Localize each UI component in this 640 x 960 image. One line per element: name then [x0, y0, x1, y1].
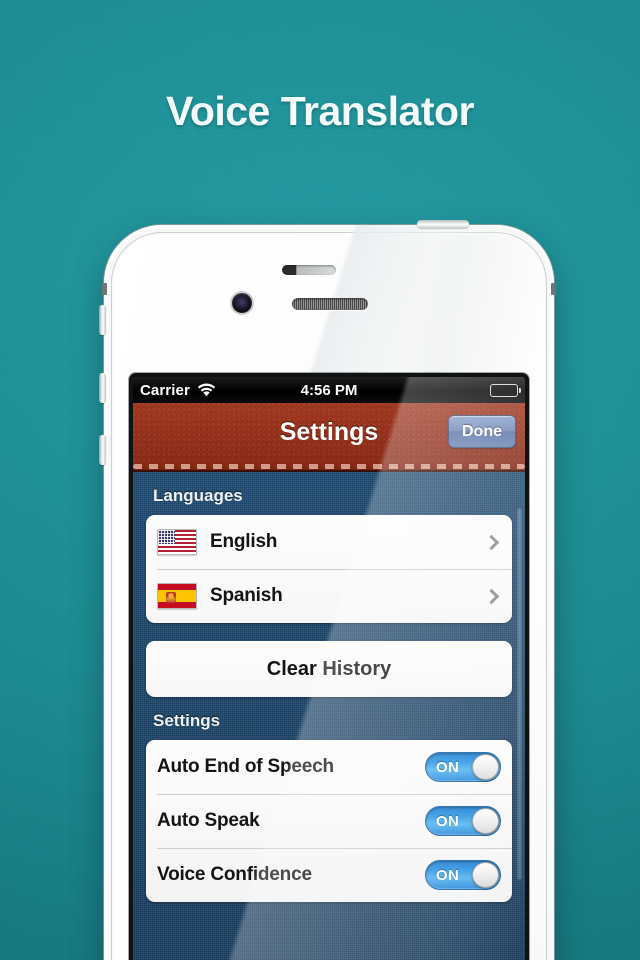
- vertical-scrollbar[interactable]: [517, 508, 522, 880]
- clear-history-label: Clear History: [266, 657, 392, 680]
- done-button[interactable]: Done: [448, 415, 516, 448]
- antenna-mark-right: [551, 283, 556, 295]
- toggle-voice-confidence[interactable]: ON: [425, 860, 501, 890]
- volume-down-button[interactable]: [99, 435, 106, 465]
- toggle-state-label: ON: [436, 758, 460, 776]
- settings-card: Auto End of Speech ON Auto Speak ON Voic…: [146, 740, 512, 902]
- setting-label-auto-speak: Auto Speak: [157, 810, 260, 831]
- clear-history-button[interactable]: Clear History: [146, 641, 512, 697]
- flag-usa-icon: [157, 529, 197, 555]
- status-time: 4:56 PM: [300, 381, 358, 399]
- chevron-right-icon: [483, 534, 500, 550]
- phone-device: Carrier 4:56 PM Settings Done Languages …: [99, 220, 556, 960]
- antenna-mark-left: [102, 283, 107, 295]
- section-header-settings: Settings: [153, 711, 221, 730]
- language-row-spanish[interactable]: Spanish: [146, 569, 512, 623]
- section-header-languages: Languages: [153, 486, 243, 505]
- toggle-auto-end-of-speech[interactable]: ON: [425, 752, 501, 782]
- done-button-label: Done: [462, 422, 502, 440]
- silent-switch[interactable]: [99, 305, 106, 335]
- setting-row-auto-end-of-speech[interactable]: Auto End of Speech ON: [146, 740, 512, 794]
- setting-label-voice-confidence: Voice Confidence: [157, 864, 312, 885]
- status-bar: Carrier 4:56 PM: [133, 377, 525, 403]
- earpiece-speaker: [292, 298, 368, 310]
- setting-label-auto-end-of-speech: Auto End of Speech: [157, 756, 334, 777]
- toggle-state-label: ON: [436, 812, 460, 830]
- navigation-bar: Settings Done: [133, 403, 525, 461]
- flag-spain-icon: [157, 583, 197, 609]
- settings-content[interactable]: Languages English Spanish Clear History: [133, 472, 525, 960]
- page-title: Voice Translator: [166, 88, 474, 134]
- battery-icon: [490, 383, 521, 397]
- language-label-english: English: [210, 531, 278, 552]
- language-row-english[interactable]: English: [146, 515, 512, 569]
- languages-card: English Spanish: [146, 515, 512, 623]
- chevron-right-icon: [483, 588, 500, 604]
- toggle-knob[interactable]: [472, 754, 499, 780]
- proximity-sensor: [282, 265, 336, 275]
- toggle-state-label: ON: [436, 866, 460, 884]
- toggle-knob[interactable]: [472, 862, 499, 888]
- setting-row-voice-confidence[interactable]: Voice Confidence ON: [146, 848, 512, 902]
- setting-row-auto-speak[interactable]: Auto Speak ON: [146, 794, 512, 848]
- toggle-auto-speak[interactable]: ON: [425, 806, 501, 836]
- navbar-title: Settings: [279, 417, 379, 446]
- power-button[interactable]: [417, 220, 469, 228]
- toggle-knob[interactable]: [472, 808, 499, 834]
- clear-history-card[interactable]: Clear History: [146, 641, 512, 697]
- navbar-stitching: [133, 461, 525, 472]
- phone-screen: Carrier 4:56 PM Settings Done Languages …: [133, 377, 525, 960]
- language-label-spanish: Spanish: [210, 585, 283, 606]
- volume-up-button[interactable]: [99, 373, 106, 403]
- front-camera-icon: [232, 293, 252, 313]
